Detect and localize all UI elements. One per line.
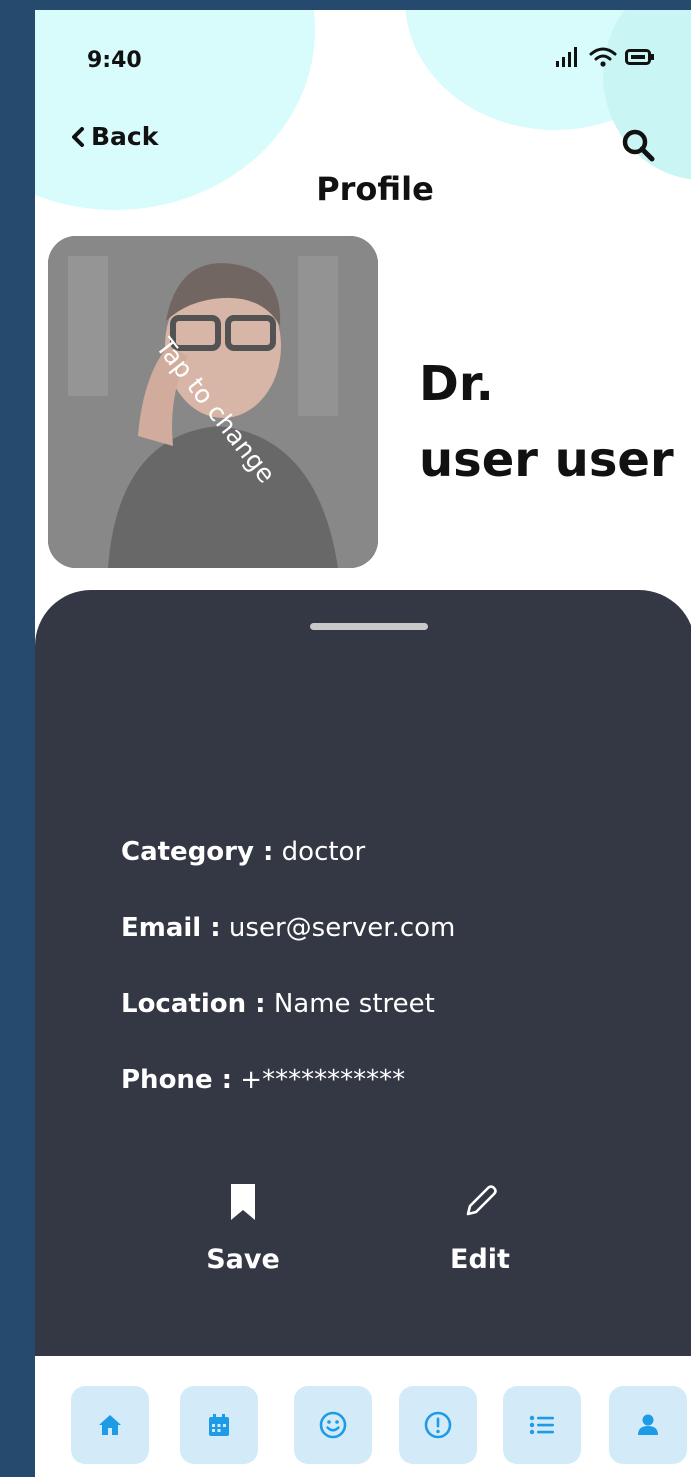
search-button[interactable] [621, 128, 655, 166]
page-title: Profile [316, 170, 434, 208]
back-button[interactable]: Back [71, 122, 158, 151]
save-button[interactable]: Save [188, 1182, 298, 1275]
location-value: Name street [265, 989, 435, 1019]
back-label: Back [91, 122, 159, 151]
bottom-nav [35, 1356, 691, 1477]
phone-label: Phone : [121, 1065, 233, 1095]
alert-icon [424, 1411, 452, 1439]
wifi-icon [589, 47, 617, 67]
status-icons [555, 46, 655, 68]
nav-home[interactable] [71, 1386, 149, 1464]
signal-icon [556, 47, 577, 67]
edit-label: Edit [450, 1244, 510, 1275]
status-bar: 9:40 [35, 10, 691, 110]
phone-value: +*********** [232, 1065, 406, 1095]
save-label: Save [206, 1244, 280, 1275]
location-label: Location : [121, 989, 266, 1019]
nav-list[interactable] [503, 1386, 581, 1464]
calendar-icon [209, 1414, 229, 1436]
profile-photo[interactable]: Tap to change [48, 236, 378, 568]
location-row: Location : Name street [121, 989, 435, 1019]
smiley-icon [319, 1411, 347, 1439]
phone-screen: 9:40 Back Profile Tap to change Dr. user… [35, 10, 691, 1477]
nav-alerts[interactable] [399, 1386, 477, 1464]
list-icon [529, 1415, 554, 1435]
bookmark-icon [231, 1184, 255, 1220]
home-icon [99, 1415, 121, 1435]
chevron-left-icon [72, 126, 84, 147]
nav-calendar[interactable] [180, 1386, 258, 1464]
category-row: Category : doctor [121, 837, 365, 867]
nav-profile[interactable] [609, 1386, 687, 1464]
email-value: user@server.com [220, 913, 456, 943]
user-icon [638, 1414, 658, 1435]
category-value: doctor [273, 837, 366, 867]
search-icon [622, 129, 655, 162]
email-label: Email : [121, 913, 221, 943]
category-label: Category : [121, 837, 274, 867]
sheet-drag-handle[interactable] [310, 623, 428, 630]
profile-title-prefix: Dr. [419, 356, 494, 412]
pencil-icon [466, 1185, 497, 1216]
phone-row: Phone : +*********** [121, 1065, 405, 1095]
battery-icon [625, 49, 654, 65]
profile-name: user user [419, 432, 674, 488]
nav-mood[interactable] [294, 1386, 372, 1464]
status-time: 9:40 [87, 48, 142, 73]
details-sheet: Category : doctor Email : user@server.co… [35, 590, 691, 1356]
edit-button[interactable]: Edit [425, 1182, 535, 1275]
email-row: Email : user@server.com [121, 913, 455, 943]
